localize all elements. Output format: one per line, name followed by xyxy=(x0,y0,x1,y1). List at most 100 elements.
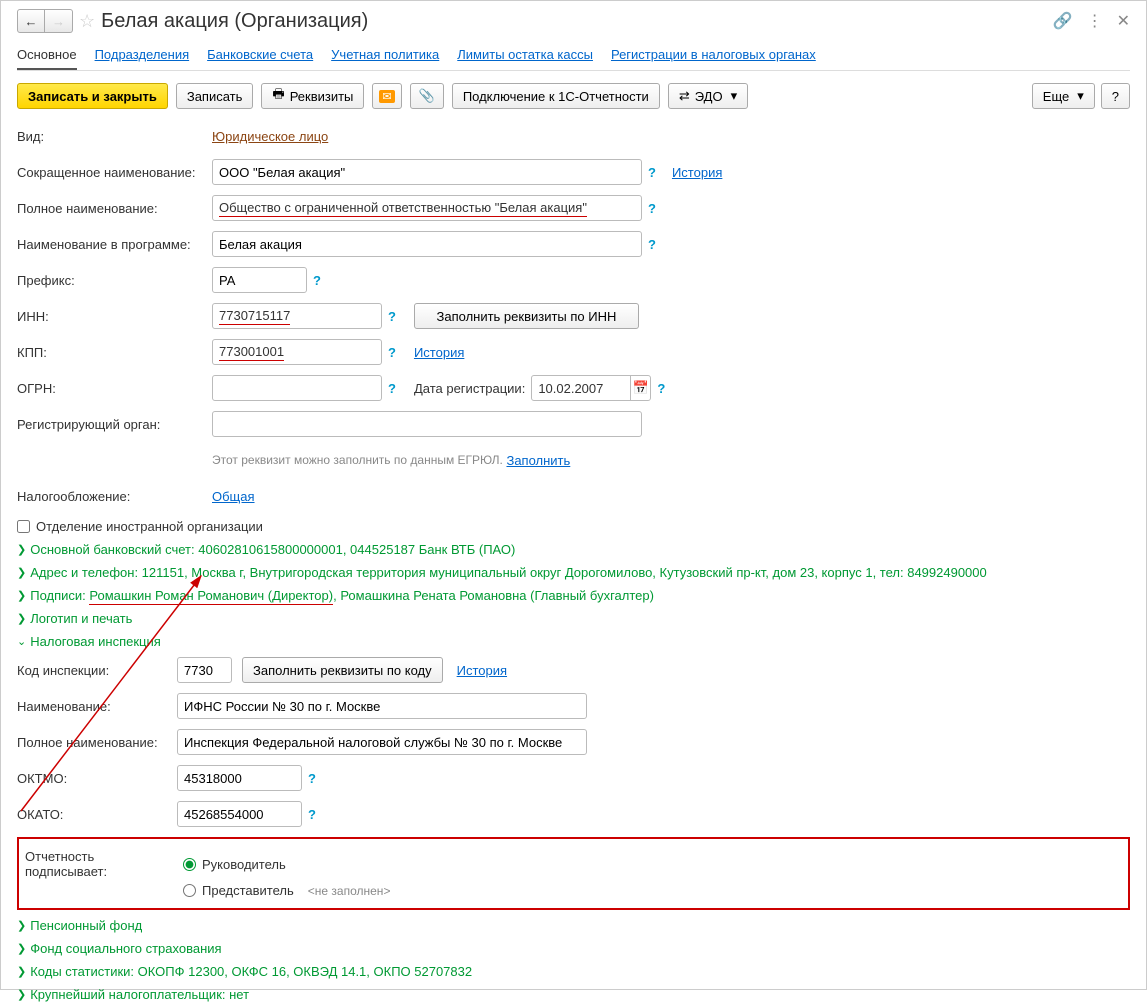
help-icon[interactable]: ? xyxy=(388,345,396,360)
chevron-right-icon: ❯ xyxy=(17,543,26,556)
expander-signatures[interactable]: ❯Подписи: Ромашкин Роман Романович (Дире… xyxy=(17,588,1130,603)
full-name-label: Полное наименование: xyxy=(17,201,212,216)
inn-label: ИНН: xyxy=(17,309,212,324)
full-name-input[interactable]: Общество с ограниченной ответственностью… xyxy=(212,195,642,221)
chevron-right-icon: ❯ xyxy=(17,612,26,625)
expander-pension[interactable]: ❯Пенсионный фонд xyxy=(17,918,1130,933)
history-link[interactable]: История xyxy=(672,165,722,180)
help-icon[interactable]: ? xyxy=(388,381,396,396)
reg-date-label: Дата регистрации: xyxy=(414,381,525,396)
kpp-label: КПП: xyxy=(17,345,212,360)
signer-head-label: Руководитель xyxy=(202,857,286,872)
signer-rep-radio[interactable] xyxy=(183,884,196,897)
fill-link[interactable]: Заполнить xyxy=(506,453,570,468)
inspection-full-name-input[interactable] xyxy=(177,729,587,755)
toolbar: Записать и закрыть Записать 🖶Реквизиты ✉… xyxy=(17,83,1130,109)
oktmo-label: ОКТМО: xyxy=(17,771,177,786)
okato-input[interactable] xyxy=(177,801,302,827)
chevron-right-icon: ❯ xyxy=(17,965,26,978)
chevron-right-icon: ❯ xyxy=(17,942,26,955)
paperclip-icon: 📎 xyxy=(419,88,435,104)
prefix-label: Префикс: xyxy=(17,273,212,288)
prefix-input[interactable] xyxy=(212,267,307,293)
foreign-branch-label: Отделение иностранной организации xyxy=(36,519,263,534)
type-label: Вид: xyxy=(17,129,212,144)
expander-big-taxpayer[interactable]: ❯Крупнейший налогоплательщик: нет xyxy=(17,987,1130,1002)
inn-input[interactable]: 7730715117 xyxy=(212,303,382,329)
link-icon[interactable]: 🔗 xyxy=(1053,11,1073,31)
help-icon[interactable]: ? xyxy=(648,201,656,216)
help-icon[interactable]: ? xyxy=(648,165,656,180)
titlebar: ← → ☆ Белая акация (Организация) 🔗 ⋮ ✕ xyxy=(17,9,1130,33)
kpp-history-link[interactable]: История xyxy=(414,345,464,360)
tab-bar: Основное Подразделения Банковские счета … xyxy=(17,41,1130,71)
chevron-right-icon: ❯ xyxy=(17,589,26,602)
help-icon[interactable]: ? xyxy=(388,309,396,324)
fill-by-inn-button[interactable]: Заполнить реквизиты по ИНН xyxy=(414,303,639,329)
oktmo-input[interactable] xyxy=(177,765,302,791)
signer-head-radio[interactable] xyxy=(183,858,196,871)
help-icon[interactable]: ? xyxy=(657,381,665,396)
tab-bank-accounts[interactable]: Банковские счета xyxy=(207,41,313,70)
program-name-input[interactable] xyxy=(212,231,642,257)
forward-button[interactable]: → xyxy=(45,9,73,33)
save-close-button[interactable]: Записать и закрыть xyxy=(17,83,168,109)
kpp-input[interactable]: 773001001 xyxy=(212,339,382,365)
inspection-code-input[interactable] xyxy=(177,657,232,683)
save-button[interactable]: Записать xyxy=(176,83,254,109)
chevron-right-icon: ❯ xyxy=(17,566,26,579)
ogrn-input[interactable] xyxy=(212,375,382,401)
tab-subdivisions[interactable]: Подразделения xyxy=(95,41,190,70)
edo-button[interactable]: ⇄ЭДО▾ xyxy=(668,83,748,109)
type-value[interactable]: Юридическое лицо xyxy=(212,129,328,144)
print-icon: 🖶 xyxy=(272,85,284,107)
not-filled-hint: <не заполнен> xyxy=(308,884,391,898)
program-name-label: Наименование в программе: xyxy=(17,237,212,252)
mail-icon: ✉ xyxy=(379,90,394,103)
tab-main[interactable]: Основное xyxy=(17,41,77,70)
requisites-button[interactable]: 🖶Реквизиты xyxy=(261,83,364,109)
tab-accounting-policy[interactable]: Учетная политика xyxy=(331,41,439,70)
help-icon[interactable]: ? xyxy=(308,771,316,786)
help-icon[interactable]: ? xyxy=(313,273,321,288)
fill-by-code-button[interactable]: Заполнить реквизиты по коду xyxy=(242,657,443,683)
signer-rep-label: Представитель xyxy=(202,883,294,898)
mail-button[interactable]: ✉ xyxy=(372,83,401,109)
connect-1c-button[interactable]: Подключение к 1С-Отчетности xyxy=(452,83,660,109)
calendar-icon[interactable]: 📅 xyxy=(630,376,650,400)
kebab-menu-icon[interactable]: ⋮ xyxy=(1087,11,1103,31)
inspection-name-label: Наименование: xyxy=(17,699,177,714)
signer-label: Отчетность подписывает: xyxy=(25,849,177,879)
tax-value-link[interactable]: Общая xyxy=(212,489,255,504)
window-title: Белая акация (Организация) xyxy=(101,10,368,33)
inspection-history-link[interactable]: История xyxy=(457,663,507,678)
expander-stats[interactable]: ❯Коды статистики: ОКОПФ 12300, ОКФС 16, … xyxy=(17,964,1130,979)
expander-social[interactable]: ❯Фонд социального страхования xyxy=(17,941,1130,956)
expander-logo[interactable]: ❯Логотип и печать xyxy=(17,611,1130,626)
reg-date-input[interactable]: 10.02.2007 📅 xyxy=(531,375,651,401)
chevron-down-icon: ⌄ xyxy=(17,635,26,648)
ogrn-label: ОГРН: xyxy=(17,381,212,396)
inspection-name-input[interactable] xyxy=(177,693,587,719)
expander-bank[interactable]: ❯Основной банковский счет: 4060281061580… xyxy=(17,542,1130,557)
attach-button[interactable]: 📎 xyxy=(410,83,444,109)
edo-icon: ⇄ xyxy=(679,88,690,104)
expander-address[interactable]: ❯Адрес и телефон: 121151, Москва г, Внут… xyxy=(17,565,1130,580)
back-button[interactable]: ← xyxy=(17,9,45,33)
foreign-branch-checkbox[interactable] xyxy=(17,520,30,533)
reg-hint: Этот реквизит можно заполнить по данным … xyxy=(212,453,503,467)
inspection-full-name-label: Полное наименование: xyxy=(17,735,177,750)
tab-tax-registration[interactable]: Регистрации в налоговых органах xyxy=(611,41,816,70)
expander-tax-inspection[interactable]: ⌄Налоговая инспекция xyxy=(17,634,1130,649)
help-icon[interactable]: ? xyxy=(648,237,656,252)
help-icon[interactable]: ? xyxy=(308,807,316,822)
tab-cash-limits[interactable]: Лимиты остатка кассы xyxy=(457,41,593,70)
more-button[interactable]: Еще▾ xyxy=(1032,83,1095,109)
help-button[interactable]: ? xyxy=(1101,83,1130,109)
favorite-star-icon[interactable]: ☆ xyxy=(79,11,95,32)
close-icon[interactable]: ✕ xyxy=(1117,11,1130,31)
signer-highlight-box: Отчетность подписывает: Руководитель Пре… xyxy=(17,837,1130,910)
reg-org-label: Регистрирующий орган: xyxy=(17,417,212,432)
short-name-input[interactable] xyxy=(212,159,642,185)
reg-org-input[interactable] xyxy=(212,411,642,437)
